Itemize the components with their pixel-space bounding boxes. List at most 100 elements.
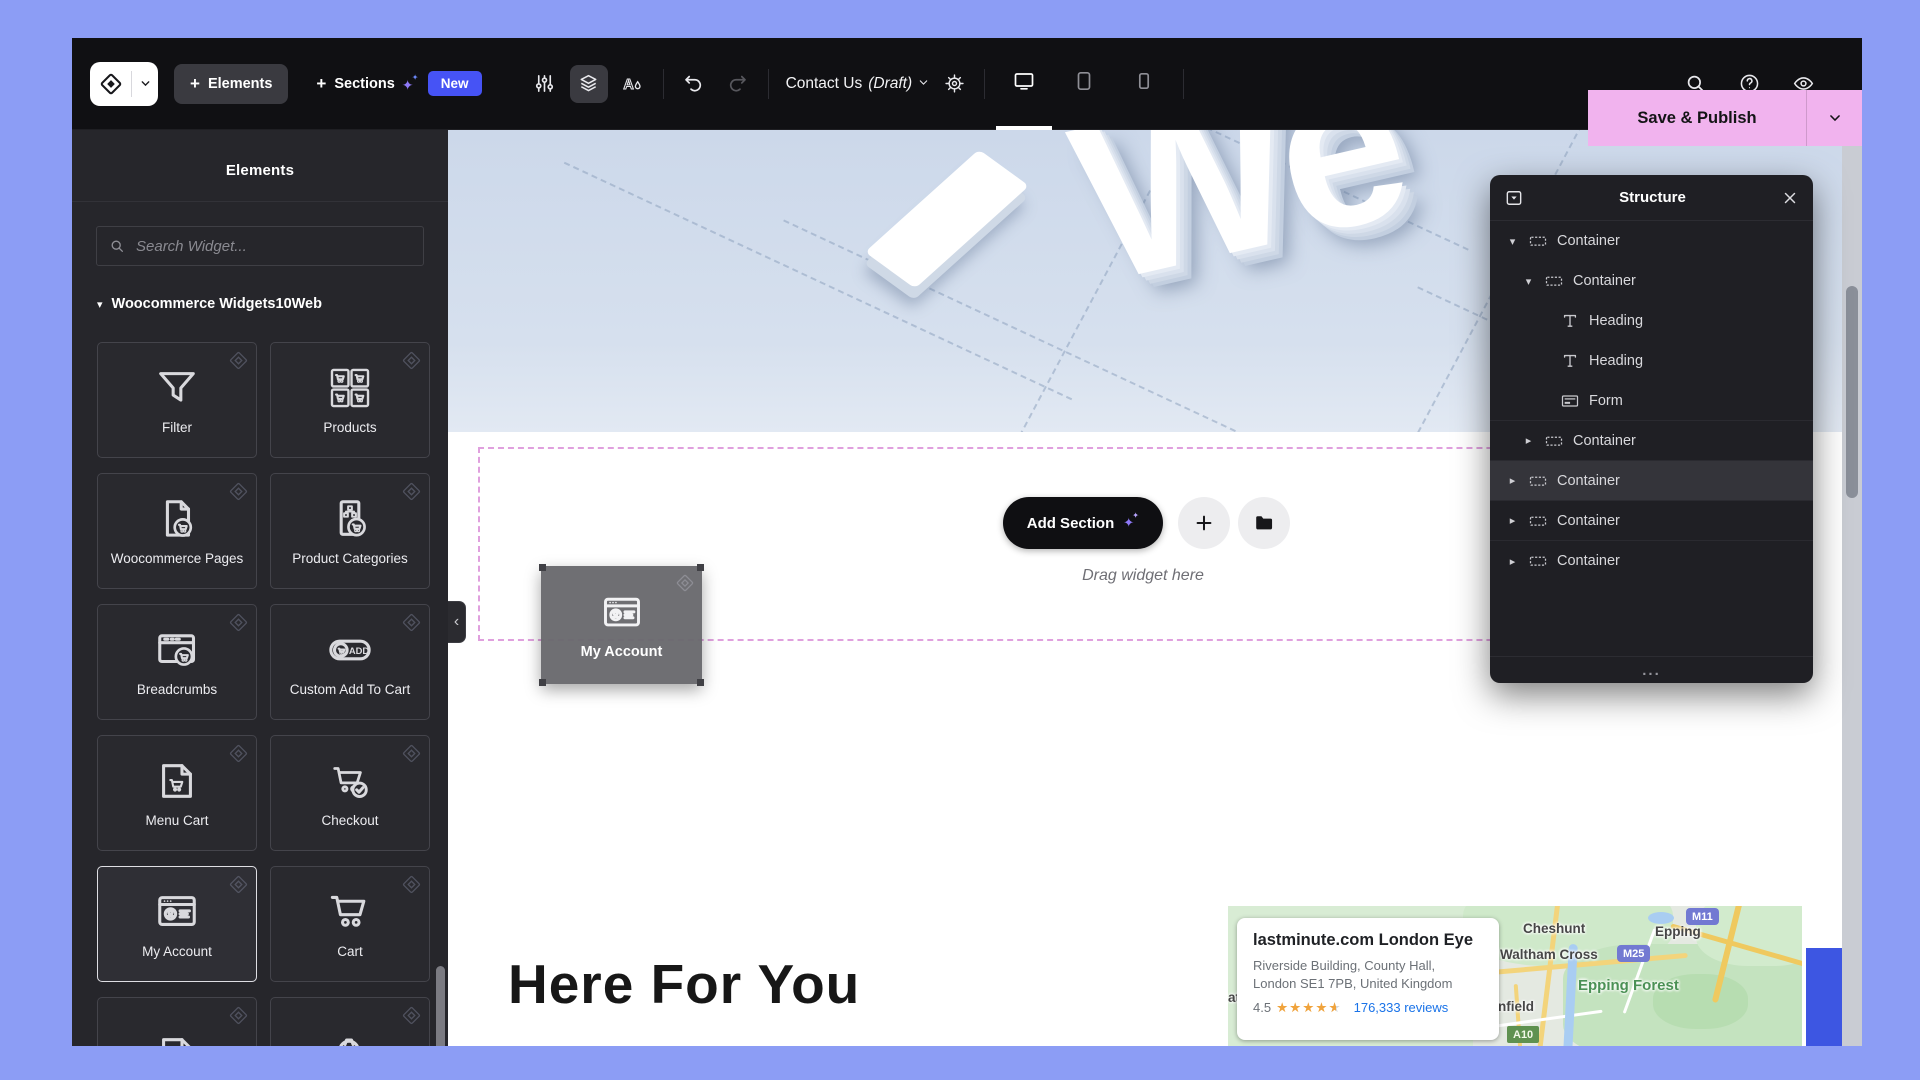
half-star-icon: ★★ xyxy=(1329,1000,1342,1016)
collapse-panel-button[interactable]: ‹ xyxy=(448,601,466,643)
tenweb-badge-icon xyxy=(227,742,250,765)
tenweb-logo-icon xyxy=(90,71,132,97)
tenweb-badge-icon xyxy=(227,611,250,634)
canvas-scrollbar[interactable] xyxy=(1842,130,1862,1046)
widget-label: Checkout xyxy=(321,813,378,828)
page-settings-gear-icon[interactable] xyxy=(935,65,973,103)
close-icon[interactable] xyxy=(1781,189,1799,207)
structure-row-heading[interactable]: Heading xyxy=(1490,341,1813,381)
collapse-all-icon[interactable] xyxy=(1504,188,1524,208)
widget-card-breadcrumbs[interactable]: Breadcrumbs xyxy=(97,604,257,720)
structure-row-container[interactable]: ▾Container xyxy=(1490,221,1813,261)
tree-expand-icon[interactable]: ▸ xyxy=(1506,474,1519,487)
save-publish-button[interactable]: Save & Publish xyxy=(1588,90,1862,146)
widget-card-my-account[interactable]: My Account xyxy=(97,866,257,982)
toolbar-divider xyxy=(768,69,769,99)
layers-icon[interactable] xyxy=(570,65,608,103)
caret-down-icon: ▾ xyxy=(97,298,103,311)
tenweb-badge-icon xyxy=(400,1004,423,1027)
widget-card-menu-cart[interactable]: Menu Cart xyxy=(97,735,257,851)
drag-handle xyxy=(539,679,546,686)
device-desktop-button[interactable] xyxy=(996,38,1052,130)
structure-row-label: Container xyxy=(1557,473,1620,489)
canvas-scrollbar-thumb[interactable] xyxy=(1846,286,1858,498)
map-road-badge-m25: M25 xyxy=(1617,945,1650,962)
tree-collapse-icon[interactable]: ▾ xyxy=(1506,235,1519,248)
tag-cart-icon xyxy=(327,1032,373,1046)
tree-expand-icon[interactable]: ▸ xyxy=(1522,434,1535,447)
add-section-button[interactable]: Add Section ✦✦ xyxy=(1003,497,1163,549)
plus-icon: + xyxy=(190,75,200,92)
hero-3d-text: We xyxy=(1053,130,1424,334)
widget-card-widget[interactable] xyxy=(97,997,257,1046)
reviews-link[interactable]: 176,333 reviews xyxy=(1354,1000,1449,1015)
structure-row-container[interactable]: ▸ Container xyxy=(1490,541,1813,581)
plus-icon xyxy=(1193,512,1215,534)
breadcrumbs-icon xyxy=(154,627,200,673)
redo-icon[interactable] xyxy=(719,65,757,103)
widget-search-box xyxy=(96,226,424,266)
structure-panel-resize-handle[interactable]: ... xyxy=(1490,656,1813,683)
sparkle-icon: ✦✦ xyxy=(402,74,420,94)
tree-expand-icon[interactable]: ▸ xyxy=(1506,555,1519,568)
my-account-icon xyxy=(154,889,200,935)
sections-button[interactable]: + Sections ✦✦ New xyxy=(316,71,481,96)
widget-section-toggle[interactable]: ▾ Woocommerce Widgets10Web xyxy=(97,296,448,312)
map-label-epping: Epping xyxy=(1655,924,1701,939)
svg-text:A: A xyxy=(623,77,633,93)
search-widget-input[interactable] xyxy=(134,237,411,256)
address-line-1: Riverside Building, County Hall, xyxy=(1253,957,1483,975)
place-address: Riverside Building, County Hall, London … xyxy=(1253,957,1483,993)
tree-collapse-icon[interactable]: ▾ xyxy=(1522,275,1535,288)
device-tablet-button[interactable] xyxy=(1056,38,1112,130)
map-road-badge-m11: M11 xyxy=(1686,908,1719,925)
map-road-badge-a10: A10 xyxy=(1507,1026,1539,1043)
structure-row-container[interactable]: ▾Container xyxy=(1490,261,1813,301)
structure-row-container[interactable]: ▸ Container xyxy=(1490,501,1813,541)
divider xyxy=(72,201,448,202)
google-map-embed[interactable]: CheshuntWaltham CrossEppingEpping Forest… xyxy=(1228,906,1802,1046)
widget-card-custom-add-to-cart[interactable]: ADDCustom Add To Cart xyxy=(270,604,430,720)
container-icon xyxy=(1528,231,1548,251)
structure-row-label: Container xyxy=(1557,553,1620,569)
settings-sliders-icon[interactable] xyxy=(526,65,564,103)
custom-add-to-cart-icon: ADD xyxy=(327,627,373,673)
structure-row-heading[interactable]: Heading xyxy=(1490,301,1813,341)
widget-card-product-categories[interactable]: Product Categories xyxy=(270,473,430,589)
tenweb-badge-icon xyxy=(227,1004,250,1027)
widget-card-checkout[interactable]: Checkout xyxy=(270,735,430,851)
save-options-chevron[interactable] xyxy=(1806,90,1862,146)
structure-row-form[interactable]: Form xyxy=(1490,381,1813,421)
folder-icon xyxy=(1253,512,1275,534)
structure-row-container[interactable]: ▸Container xyxy=(1490,421,1813,461)
heading-icon xyxy=(1560,311,1580,331)
widget-card-woocommerce-pages[interactable]: Woocommerce Pages xyxy=(97,473,257,589)
elements-button[interactable]: + Elements xyxy=(174,64,288,104)
device-mobile-button[interactable] xyxy=(1116,38,1172,130)
tree-expand-icon[interactable]: ▸ xyxy=(1506,514,1519,527)
structure-row-label: Container xyxy=(1557,513,1620,529)
undo-icon[interactable] xyxy=(675,65,713,103)
map-place-card: lastminute.com London Eye Riverside Buil… xyxy=(1237,918,1499,1040)
tenweb-badge-icon xyxy=(400,873,423,896)
sidebar-scrollbar-thumb[interactable] xyxy=(436,966,445,1046)
typography-color-icon[interactable]: A xyxy=(614,65,652,103)
page-title: Contact Us xyxy=(786,75,863,93)
map-label-waltham-cross: Waltham Cross xyxy=(1500,947,1598,962)
elements-button-label: Elements xyxy=(208,76,272,92)
drag-handle xyxy=(539,564,546,571)
structure-row-container[interactable]: ▸ Container xyxy=(1490,461,1813,501)
chevron-down-icon[interactable] xyxy=(132,78,158,89)
widget-card-products[interactable]: Products xyxy=(270,342,430,458)
logo-menu-button[interactable] xyxy=(90,62,158,106)
tenweb-badge-icon xyxy=(227,480,250,503)
widget-card-cart[interactable]: Cart xyxy=(270,866,430,982)
products-icon xyxy=(327,365,373,411)
add-container-plus-button[interactable] xyxy=(1178,497,1230,549)
page-selector[interactable]: Contact Us (Draft) xyxy=(786,75,930,93)
add-section-label: Add Section xyxy=(1027,515,1115,532)
dragged-widget-my-account[interactable]: My Account xyxy=(541,566,702,684)
template-library-button[interactable] xyxy=(1238,497,1290,549)
widget-card-filter[interactable]: Filter xyxy=(97,342,257,458)
widget-card-widget[interactable] xyxy=(270,997,430,1046)
